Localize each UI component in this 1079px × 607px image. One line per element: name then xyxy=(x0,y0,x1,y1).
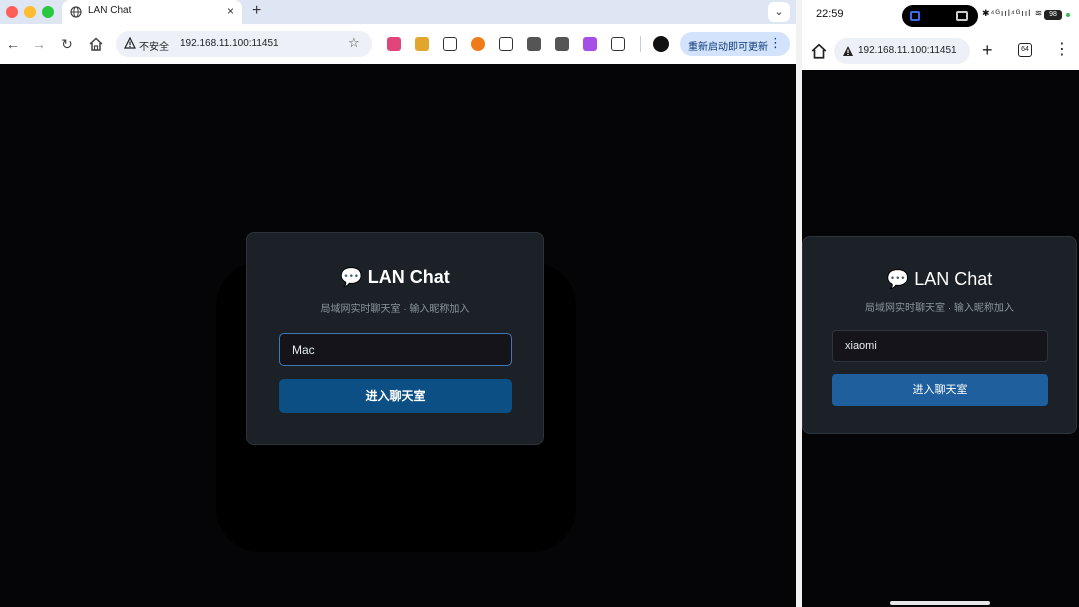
page-subtitle: 局域网实时聊天室 · 输入昵称加入 xyxy=(320,304,470,315)
warning-icon xyxy=(843,46,853,56)
maximize-window-button[interactable] xyxy=(42,6,54,18)
close-window-button[interactable] xyxy=(6,6,18,18)
back-button[interactable]: ← xyxy=(4,35,22,53)
phone-login-card: 💬 LAN Chat 局域网实时聊天室 · 输入昵称加入 进入聊天室 xyxy=(802,236,1077,434)
tab-search-button[interactable]: ⌄ xyxy=(768,2,790,22)
extension-2-icon[interactable] xyxy=(415,37,429,51)
phone-screen: 22:59 ✱⁴ᴳııl⁴ᴳııl ≋ 98 192.168.11.100:11… xyxy=(802,0,1079,607)
update-label: 重新启动即可更新 xyxy=(688,42,768,53)
extension-4-icon[interactable] xyxy=(471,37,485,51)
phone-url-text[interactable]: 192.168.11.100:11451 xyxy=(858,45,957,56)
bookmark-star-icon[interactable]: ☆ xyxy=(348,35,360,51)
extension-8-icon[interactable] xyxy=(583,37,597,51)
chat-bubble-icon: 💬 xyxy=(340,267,363,287)
page-viewport: 💬 LAN Chat 局域网实时聊天室 · 输入昵称加入 进入聊天室 xyxy=(0,64,796,607)
extension-3-icon[interactable] xyxy=(443,37,457,51)
phone-page-title: 💬 LAN Chat xyxy=(803,269,1076,290)
phone-menu-icon[interactable]: ⋮ xyxy=(1054,40,1070,60)
forward-button[interactable]: → xyxy=(30,35,48,53)
extension-7-icon[interactable] xyxy=(555,37,569,51)
screen-cast-icon xyxy=(910,11,920,21)
gesture-bar[interactable] xyxy=(890,601,990,605)
browser-toolbar: ← → ↻ 不安全 192.168.11.100:11451 ☆ 重新启动即可更… xyxy=(0,24,796,64)
extension-6-icon[interactable] xyxy=(527,37,541,51)
globe-icon xyxy=(70,6,82,18)
tab-strip: LAN Chat × + ⌄ xyxy=(0,0,796,24)
status-signal-icons: ✱⁴ᴳııl⁴ᴳııl ≋ xyxy=(982,8,1044,18)
security-label[interactable]: 不安全 xyxy=(139,38,169,53)
tab-title: LAN Chat xyxy=(88,5,132,16)
new-tab-button[interactable]: + xyxy=(252,2,261,20)
home-icon[interactable] xyxy=(810,42,828,60)
phone-new-tab-button[interactable]: + xyxy=(982,40,993,60)
phone-page-subtitle: 局域网实时聊天室 · 输入昵称加入 xyxy=(865,303,1014,314)
screen-record-icon xyxy=(956,11,968,21)
extension-translate-icon[interactable] xyxy=(387,37,401,51)
extensions-puzzle-icon[interactable] xyxy=(611,37,625,51)
chat-bubble-icon: 💬 xyxy=(886,269,910,289)
phone-address-bar[interactable]: 192.168.11.100:11451 xyxy=(834,38,970,64)
profile-avatar[interactable] xyxy=(653,36,669,52)
minimize-window-button[interactable] xyxy=(24,6,36,18)
phone-nickname-input[interactable] xyxy=(832,330,1048,362)
page-title-text: LAN Chat xyxy=(367,267,450,287)
nickname-input[interactable] xyxy=(279,333,512,366)
tab-lan-chat[interactable]: LAN Chat × xyxy=(62,0,242,24)
toolbar-divider xyxy=(640,36,641,52)
login-card: 💬 LAN Chat 局域网实时聊天室 · 输入昵称加入 进入聊天室 xyxy=(246,232,544,445)
status-time: 22:59 xyxy=(816,8,844,20)
phone-join-chat-button[interactable]: 进入聊天室 xyxy=(832,374,1048,406)
dynamic-island xyxy=(902,5,978,27)
page-title: 💬 LAN Chat xyxy=(247,267,543,288)
phone-status-bar: 22:59 ✱⁴ᴳııl⁴ᴳııl ≋ 98 xyxy=(802,0,1079,32)
update-button[interactable]: 重新启动即可更新 ⋮ xyxy=(680,32,790,56)
desktop-browser-window: LAN Chat × + ⌄ ← → ↻ 不安全 192.168.11.100:… xyxy=(0,0,796,607)
extension-5-icon[interactable] xyxy=(499,37,513,51)
tab-close-icon[interactable]: × xyxy=(227,4,234,18)
screen: LAN Chat × + ⌄ ← → ↻ 不安全 192.168.11.100:… xyxy=(0,0,1079,607)
phone-tab-switcher[interactable]: 64 xyxy=(1018,43,1032,57)
warning-icon xyxy=(124,37,136,49)
home-icon[interactable] xyxy=(88,36,104,52)
status-dot xyxy=(1066,13,1070,17)
join-chat-button[interactable]: 进入聊天室 xyxy=(279,379,512,413)
battery-icon: 98 xyxy=(1044,10,1062,20)
phone-page-viewport: 💬 LAN Chat 局域网实时聊天室 · 输入昵称加入 进入聊天室 xyxy=(802,70,1079,607)
phone-page-title-text: LAN Chat xyxy=(914,269,993,289)
phone-browser-toolbar: 192.168.11.100:11451 + 64 ⋮ xyxy=(802,32,1079,70)
menu-icon[interactable]: ⋮ xyxy=(769,36,782,50)
url-text[interactable]: 192.168.11.100:11451 xyxy=(180,38,279,49)
address-bar[interactable]: 不安全 192.168.11.100:11451 ☆ xyxy=(116,31,372,57)
reload-button[interactable]: ↻ xyxy=(58,35,76,53)
